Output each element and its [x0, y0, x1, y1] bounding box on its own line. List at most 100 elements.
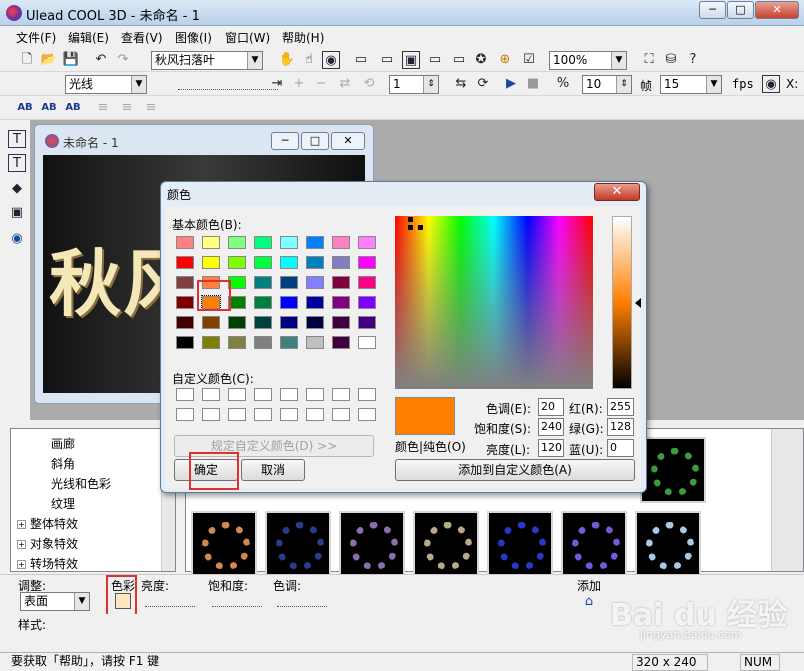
stop-icon[interactable]: ■ — [524, 75, 542, 93]
basic-color-swatch[interactable] — [358, 236, 376, 249]
align-right-icon[interactable]: ≡ — [142, 99, 160, 117]
basic-color-swatch[interactable] — [280, 236, 298, 249]
basic-color-swatch[interactable] — [358, 316, 376, 329]
view4-icon[interactable]: ▭ — [426, 51, 444, 69]
basic-color-swatch[interactable] — [254, 276, 272, 289]
add-to-gallery-icon[interactable]: ⌂ — [580, 593, 598, 611]
wand-icon[interactable]: ✪ — [472, 51, 490, 69]
timeline-slider[interactable] — [178, 76, 278, 90]
expand-icon[interactable]: + — [17, 560, 26, 569]
thumbnail[interactable] — [413, 511, 479, 577]
edit-text-icon[interactable]: T — [8, 154, 26, 172]
save-icon[interactable]: 💾 — [62, 51, 80, 69]
undo-icon[interactable]: ↶ — [92, 51, 110, 69]
tree-item-transition-effects[interactable]: + 转场特效 — [17, 555, 78, 572]
basic-color-swatch[interactable] — [254, 256, 272, 269]
custom-color-swatch[interactable] — [202, 408, 220, 421]
custom-color-swatch[interactable] — [332, 408, 350, 421]
basic-color-swatch[interactable] — [280, 276, 298, 289]
basic-color-swatch[interactable] — [332, 296, 350, 309]
doc-minimize-button[interactable]: ─ — [271, 132, 299, 150]
thumbnail[interactable] — [640, 437, 706, 503]
thumbnail[interactable] — [339, 511, 405, 577]
saturation-slider[interactable] — [212, 593, 262, 607]
basic-color-swatch[interactable] — [306, 276, 324, 289]
basic-color-swatch[interactable] — [280, 256, 298, 269]
hue-input[interactable]: 20 — [538, 398, 564, 416]
basic-color-swatch[interactable] — [332, 336, 350, 349]
render-icon[interactable]: ⛶ — [640, 51, 658, 69]
basic-color-swatch[interactable] — [254, 316, 272, 329]
basic-color-swatch[interactable] — [358, 256, 376, 269]
remove-keyframe-icon[interactable]: − — [312, 75, 330, 93]
redo-icon[interactable]: ↷ — [114, 51, 132, 69]
custom-color-swatch[interactable] — [228, 388, 246, 401]
menu-file[interactable]: 文件(F) — [16, 29, 56, 46]
basic-color-swatch[interactable] — [202, 336, 220, 349]
zoom-select[interactable]: 100% ▼ — [549, 51, 627, 70]
insert-object-icon[interactable]: ◆ — [8, 180, 26, 198]
basic-color-swatch[interactable] — [254, 296, 272, 309]
expand-icon[interactable]: + — [17, 540, 26, 549]
doc-maximize-button[interactable]: □ — [301, 132, 329, 150]
basic-color-swatch[interactable] — [358, 276, 376, 289]
custom-color-swatch[interactable] — [358, 388, 376, 401]
menu-help[interactable]: 帮助(H) — [282, 29, 324, 46]
add-custom-color-button[interactable]: 添加到自定义颜色(A) — [395, 459, 635, 481]
basic-color-swatch[interactable] — [176, 276, 194, 289]
export-icon[interactable]: ⛁ — [662, 51, 680, 69]
basic-color-swatch[interactable] — [202, 276, 220, 289]
cancel-button[interactable]: 取消 — [241, 459, 305, 481]
basic-color-swatch[interactable] — [306, 336, 324, 349]
close-button[interactable]: ✕ — [755, 1, 799, 19]
basic-color-swatch[interactable] — [306, 296, 324, 309]
play-icon[interactable]: ▶ — [502, 75, 520, 93]
fps-input[interactable]: 10 ⇕ — [582, 75, 632, 94]
custom-color-swatch[interactable] — [358, 408, 376, 421]
tree-item-global-effects[interactable]: + 整体特效 — [17, 515, 78, 532]
custom-color-swatch[interactable] — [254, 408, 272, 421]
add-keyframe-icon[interactable]: + — [290, 75, 308, 93]
loop-icon[interactable]: ⟲ — [360, 75, 378, 93]
thumbnail[interactable] — [635, 511, 701, 577]
view1-icon[interactable]: ▭ — [352, 51, 370, 69]
basic-color-swatch[interactable] — [306, 316, 324, 329]
basic-color-swatch[interactable] — [358, 336, 376, 349]
basic-color-swatch[interactable] — [228, 236, 246, 249]
thumbnail[interactable] — [191, 511, 257, 577]
tree-item-light-color[interactable]: 光线和色彩 — [51, 475, 111, 492]
hand-icon[interactable]: ✋ — [278, 51, 296, 69]
custom-color-swatch[interactable] — [280, 388, 298, 401]
next-keyframe-icon[interactable]: ⇥ — [268, 75, 286, 93]
basic-color-swatch[interactable] — [202, 256, 220, 269]
menu-view[interactable]: 查看(V) — [121, 29, 163, 46]
menu-edit[interactable]: 编辑(E) — [68, 29, 109, 46]
custom-color-swatch[interactable] — [254, 388, 272, 401]
luminance-arrow-icon[interactable] — [635, 298, 641, 308]
basic-color-swatch[interactable] — [280, 296, 298, 309]
geometry-icon[interactable]: ▣ — [8, 204, 26, 222]
basic-color-swatch[interactable] — [332, 316, 350, 329]
brightness-slider[interactable] — [145, 593, 195, 607]
menu-window[interactable]: 窗口(W) — [225, 29, 270, 46]
menu-image[interactable]: 图像(I) — [175, 29, 212, 46]
green-input[interactable]: 128 — [607, 418, 634, 436]
gallery-scrollbar[interactable] — [771, 429, 803, 571]
basic-color-swatch[interactable] — [228, 296, 246, 309]
select-icon[interactable]: ◉ — [322, 51, 340, 69]
luminance-slider[interactable] — [612, 216, 632, 389]
hue-slider[interactable] — [277, 593, 327, 607]
basic-color-swatch[interactable] — [202, 236, 220, 249]
text-ab-bold-button[interactable]: AB — [40, 99, 58, 117]
basic-color-swatch[interactable] — [176, 296, 194, 309]
custom-color-swatch[interactable] — [202, 388, 220, 401]
text-ab-button[interactable]: AB — [16, 99, 34, 117]
insert-text-icon[interactable]: T — [8, 130, 26, 148]
ok-button[interactable]: 确定 — [174, 459, 238, 481]
custom-color-swatch[interactable] — [332, 388, 350, 401]
color-swatch-button[interactable] — [115, 593, 131, 609]
new-file-icon[interactable]: 🗋 — [18, 51, 36, 69]
align-center-icon[interactable]: ≡ — [118, 99, 136, 117]
basic-color-swatch[interactable] — [176, 256, 194, 269]
shape-icon[interactable]: ◉ — [8, 230, 26, 248]
